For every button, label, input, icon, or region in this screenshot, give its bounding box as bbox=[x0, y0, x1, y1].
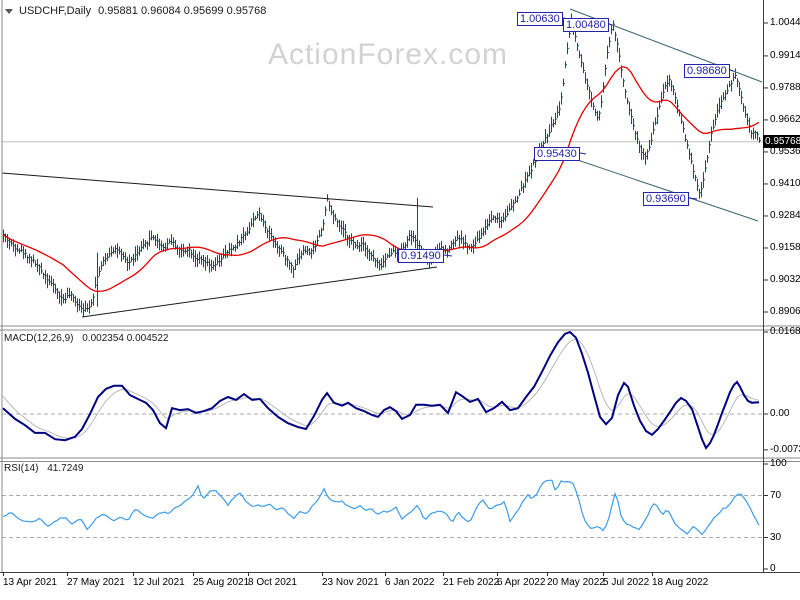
macd-axis-label: 0.016893 bbox=[770, 326, 800, 337]
price-level-label[interactable]: 0.91490 bbox=[398, 249, 444, 263]
price-level-label[interactable]: 0.98680 bbox=[684, 64, 730, 78]
mt4-chart-window: ActionForex.com USDCHF,Daily 0.95881 0.9… bbox=[0, 0, 800, 600]
x-axis-date-label: 6 Apr 2022 bbox=[497, 577, 546, 588]
rsi-axis-label: 0 bbox=[770, 563, 776, 574]
x-axis-date-label: 12 Jul 2021 bbox=[133, 577, 185, 588]
x-axis-date-label: 21 Feb 2022 bbox=[443, 577, 500, 588]
price-level-label[interactable]: 1.00480 bbox=[563, 18, 609, 32]
y-axis-price-label: 1.00440 bbox=[770, 17, 800, 28]
x-axis-date-label: 13 Apr 2021 bbox=[3, 577, 57, 588]
rsi-indicator-name: RSI(14) bbox=[4, 463, 39, 474]
price-label-connector bbox=[579, 152, 587, 155]
chart-canvas[interactable] bbox=[0, 0, 800, 600]
rsi-axis-label: 30 bbox=[770, 531, 782, 543]
chart-title: USDCHF,Daily 0.95881 0.96084 0.95699 0.9… bbox=[5, 5, 266, 17]
x-axis-date-label: 27 May 2021 bbox=[67, 577, 125, 588]
x-axis-date-label: 25 Aug 2021 bbox=[193, 577, 250, 588]
macd-panel-label: MACD(12,26,9) 0.002354 0.004522 bbox=[4, 333, 174, 344]
moving-average-line bbox=[2, 66, 760, 293]
y-axis-price-label: 0.90325 bbox=[770, 273, 800, 285]
x-axis-date-label: 5 Jul 2022 bbox=[603, 577, 650, 588]
x-axis-date-label: 20 May 2022 bbox=[547, 577, 605, 588]
y-axis-price-label: 0.95365 bbox=[770, 145, 800, 157]
x-axis-date-label: 23 Nov 2021 bbox=[322, 577, 379, 588]
rsi-axis-label: 100 bbox=[770, 458, 787, 469]
macd-indicator-name: MACD(12,26,9) bbox=[4, 333, 74, 344]
y-axis-price-label: 0.91585 bbox=[770, 241, 800, 253]
macd-axis-label: -0.007393 bbox=[770, 443, 800, 455]
price-level-label[interactable]: 0.95430 bbox=[534, 147, 580, 161]
rsi-panel-label: RSI(14) 41.7249 bbox=[4, 463, 89, 474]
rsi-axis-label: 70 bbox=[770, 489, 782, 501]
macd-line bbox=[2, 330, 759, 450]
rsi-line bbox=[2, 479, 760, 536]
macd-indicator-values: 0.002354 0.004522 bbox=[82, 333, 169, 344]
price-label-connector bbox=[729, 69, 734, 72]
x-axis-date-label: 18 Aug 2022 bbox=[652, 577, 709, 588]
price-close-ticks bbox=[4, 19, 761, 311]
x-axis-date-label: 8 Oct 2021 bbox=[248, 577, 297, 588]
price-level-label[interactable]: 0.93690 bbox=[643, 192, 689, 206]
y-axis-price-label: 0.99145 bbox=[770, 49, 800, 61]
y-axis-price-label: 0.96625 bbox=[770, 113, 800, 125]
price-label-connector bbox=[443, 254, 453, 257]
rsi-indicator-value: 41.7249 bbox=[47, 463, 84, 474]
x-axis-date-label: 6 Jan 2022 bbox=[385, 577, 435, 588]
symbol-period-label: USDCHF,Daily bbox=[19, 5, 92, 17]
y-axis-price-label: 0.92845 bbox=[770, 209, 800, 221]
y-axis-price-label: 0.89065 bbox=[770, 306, 800, 317]
y-axis-price-label: 0.97885 bbox=[770, 81, 800, 93]
y-axis-price-label: 0.94105 bbox=[770, 177, 800, 189]
collapse-triangle-icon[interactable] bbox=[5, 8, 13, 14]
trendline bbox=[1, 172, 434, 208]
macd-axis-label: 0.00 bbox=[770, 408, 790, 419]
price-level-label[interactable]: 1.00630 bbox=[517, 12, 563, 26]
price-label-connector bbox=[688, 197, 698, 200]
ohlc-values: 0.95881 0.96084 0.95699 0.95768 bbox=[98, 5, 267, 17]
price-bar-series bbox=[3, 13, 760, 317]
macd-signal-line bbox=[2, 338, 760, 439]
price-label-connector bbox=[608, 23, 613, 26]
